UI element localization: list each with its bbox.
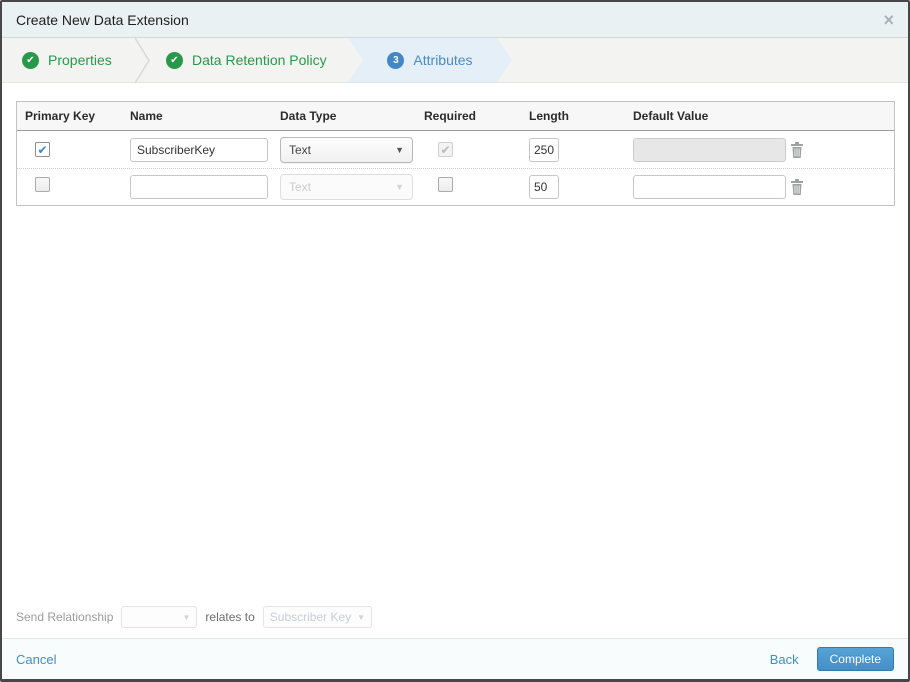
default-value-input[interactable] xyxy=(633,175,786,199)
delete-row-button[interactable] xyxy=(789,141,894,159)
step-data-retention-policy[interactable]: Data Retention Policy xyxy=(150,38,346,82)
send-relationship-row: Send Relationship ▼ relates to Subscribe… xyxy=(2,606,908,638)
chevron-down-icon: ▼ xyxy=(357,612,366,622)
complete-button[interactable]: Complete xyxy=(816,647,894,671)
required-checkbox[interactable] xyxy=(438,177,453,192)
delete-row-button[interactable] xyxy=(789,178,894,196)
relates-to-label: relates to xyxy=(205,610,255,624)
data-type-value: Text xyxy=(289,142,312,157)
modal-titlebar: Create New Data Extension × xyxy=(2,2,908,38)
check-circle-icon xyxy=(166,51,183,69)
create-data-extension-modal: Create New Data Extension × Properties D… xyxy=(0,0,910,682)
name-input[interactable] xyxy=(130,137,268,162)
attribute-row: Text ▼ xyxy=(17,168,894,205)
subscriber-key-value: Subscriber Key xyxy=(269,610,352,624)
trash-icon xyxy=(791,141,803,158)
modal-content: Primary Key Name Data Type Required Leng… xyxy=(2,83,908,638)
col-header-required: Required xyxy=(424,109,477,123)
length-input[interactable] xyxy=(529,137,559,162)
name-input[interactable] xyxy=(130,175,268,199)
default-value-input xyxy=(633,137,786,162)
data-type-value: Text xyxy=(289,180,312,194)
required-checkbox xyxy=(438,142,453,157)
attribute-row: Text ▼ xyxy=(17,131,894,168)
back-link[interactable]: Back xyxy=(770,652,799,667)
step-properties[interactable]: Properties xyxy=(22,38,134,82)
step-attributes[interactable]: 3 Attributes xyxy=(348,38,512,82)
table-header-row: Primary Key Name Data Type Required Leng… xyxy=(17,102,894,131)
step-label: Attributes xyxy=(413,52,473,68)
trash-icon xyxy=(791,179,803,195)
primary-key-checkbox[interactable] xyxy=(35,142,50,157)
chevron-down-icon: ▼ xyxy=(395,182,404,192)
step-separator-chevron xyxy=(134,38,150,83)
col-header-length: Length xyxy=(529,109,569,123)
close-icon[interactable]: × xyxy=(883,11,894,29)
col-header-name: Name xyxy=(130,109,163,123)
col-header-default-value: Default Value xyxy=(633,109,709,123)
step-number-badge: 3 xyxy=(387,52,404,69)
attributes-table: Primary Key Name Data Type Required Leng… xyxy=(16,101,895,206)
subscriber-key-select: Subscriber Key ▼ xyxy=(262,606,373,628)
data-type-select[interactable]: Text ▼ xyxy=(280,136,413,163)
primary-key-checkbox[interactable] xyxy=(35,177,50,192)
step-label: Data Retention Policy xyxy=(192,52,327,68)
data-type-select: Text ▼ xyxy=(280,174,413,200)
send-relationship-label: Send Relationship xyxy=(16,610,114,624)
check-circle-icon xyxy=(22,51,39,69)
relationship-field-select: ▼ xyxy=(121,606,198,628)
length-input[interactable] xyxy=(529,175,559,199)
modal-title: Create New Data Extension xyxy=(16,11,189,28)
step-label: Properties xyxy=(48,52,112,68)
chevron-down-icon: ▼ xyxy=(182,612,191,622)
cancel-link[interactable]: Cancel xyxy=(16,652,56,667)
col-header-primary-key: Primary Key xyxy=(25,109,96,123)
col-header-data-type: Data Type xyxy=(280,109,337,123)
modal-footer: Cancel Back Complete xyxy=(2,638,908,679)
wizard-steps: Properties Data Retention Policy 3 Attri… xyxy=(2,38,908,83)
chevron-down-icon: ▼ xyxy=(395,144,404,155)
